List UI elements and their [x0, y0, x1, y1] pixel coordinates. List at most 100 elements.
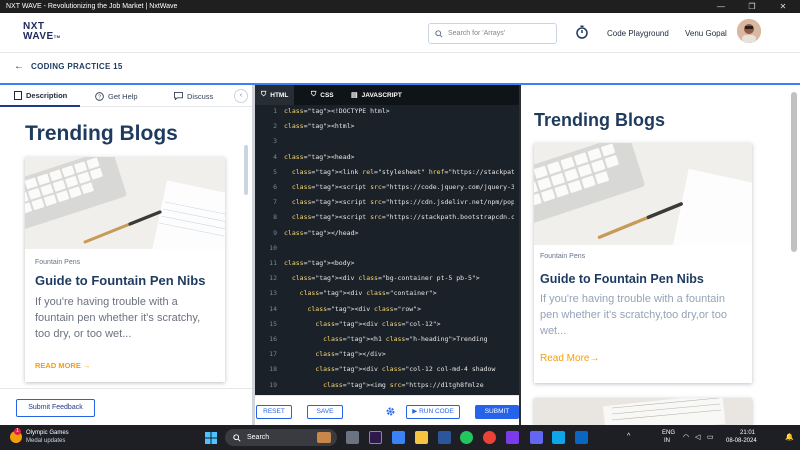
blog-description: If you're having trouble with a fountain… — [35, 296, 201, 340]
dev-app-icon[interactable] — [506, 431, 519, 444]
code-line[interactable]: class="tag"></div> — [284, 350, 514, 358]
line-number: 5 — [273, 167, 277, 176]
help-icon: ? — [95, 91, 104, 101]
code-line[interactable]: class="tag"></head> — [284, 229, 514, 237]
code-line[interactable]: class="tag"><body> — [284, 259, 514, 267]
blog-card-image — [25, 157, 225, 249]
line-number: 8 — [273, 213, 277, 222]
code-line[interactable]: class="tag"><script src="https://stackpa… — [284, 213, 514, 221]
app-icon[interactable] — [530, 431, 543, 444]
code-playground-link[interactable]: Code Playground — [607, 29, 669, 38]
avatar[interactable] — [737, 19, 761, 43]
code-line[interactable]: class="tag"><h1 class="h-heading">Trendi… — [284, 335, 514, 343]
code-line[interactable]: class="tag"><div class="col-12"> — [284, 320, 514, 328]
minimize-icon[interactable]: — — [710, 0, 732, 13]
submit-feedback-button[interactable]: Submit Feedback — [16, 399, 95, 417]
line-number: 10 — [269, 243, 277, 252]
tab-html-label: HTML — [270, 91, 289, 99]
blog-title: Guide to Fountain Pen Nibs — [35, 273, 206, 288]
tray-chevron-up-icon[interactable]: ^ — [627, 433, 630, 440]
word-icon[interactable] — [438, 431, 451, 444]
search-highlight-icon — [317, 432, 331, 443]
nxtwave-logo[interactable]: NXT WAVETM — [23, 22, 61, 42]
preview-read-more-link[interactable]: Read More→ — [540, 353, 599, 364]
file-explorer-icon[interactable] — [415, 431, 428, 444]
blog-card[interactable]: Fountain Pens Guide to Fountain Pen Nibs… — [25, 157, 225, 382]
description-panel: Description ? Get Help Discuss ‹ Trendin… — [0, 85, 252, 425]
volume-icon[interactable]: ◁ — [695, 433, 700, 441]
maximize-icon[interactable]: ❐ — [741, 0, 763, 13]
search-input[interactable]: Search for 'Arrays' — [428, 23, 557, 44]
code-line[interactable]: class="tag"><html> — [284, 122, 514, 130]
tab-css[interactable]: ⛉ CSS — [305, 85, 340, 105]
reset-button[interactable]: RESET — [256, 405, 292, 419]
submit-button[interactable]: SUBMIT — [475, 405, 519, 419]
timer-icon[interactable] — [575, 25, 589, 39]
run-code-button[interactable]: ▶ RUN CODE — [406, 405, 460, 419]
code-line[interactable]: class="tag"><script src="https://cdn.jsd… — [284, 198, 514, 206]
code-line[interactable]: class="tag"><script src="https://code.jq… — [284, 183, 514, 191]
premiere-icon[interactable] — [369, 431, 382, 444]
notifications-bell-icon[interactable]: 🔔 — [785, 433, 794, 441]
left-footer-divider — [0, 388, 252, 389]
css3-icon: ⛉ — [311, 91, 317, 98]
read-more-link[interactable]: READ MORE → — [35, 361, 90, 370]
edge-icon[interactable] — [460, 431, 473, 444]
window-titlebar: NXT WAVE - Revolutionizing the Job Marke… — [0, 0, 800, 13]
chat-icon — [174, 92, 183, 100]
linkedin-icon[interactable] — [575, 431, 588, 444]
html5-icon: ⛉ — [261, 91, 267, 98]
code-line[interactable]: class="tag"><div class="col-12 col-md-4 … — [284, 365, 514, 373]
store-icon[interactable] — [392, 431, 405, 444]
battery-icon[interactable]: ▭ — [707, 433, 714, 441]
preview-blog-card[interactable]: Fountain Pens Guide to Fountain Pen Nibs… — [534, 143, 752, 383]
save-button[interactable]: SAVE — [307, 405, 343, 419]
code-line[interactable]: class="tag"><link rel="stylesheet" href=… — [284, 168, 514, 176]
back-arrow-icon[interactable]: ← — [14, 61, 24, 72]
preview-heading: Trending Blogs — [534, 110, 666, 130]
code-editor[interactable]: ⛉ HTML ⛉ CSS ▤ JAVASCRIPT 1 class="tag"><… — [255, 85, 520, 425]
preview-scrollbar[interactable] — [791, 92, 797, 252]
taskbar-search-icon — [233, 433, 241, 442]
code-line[interactable]: class="tag"><!DOCTYPE html> — [284, 107, 514, 115]
language-code[interactable]: ENG — [662, 430, 675, 436]
tab-discuss[interactable]: Discuss — [174, 85, 213, 107]
editor-actions-bar: RESET SAVE ▶ RUN CODE SUBMIT — [255, 395, 520, 425]
left-scrollbar[interactable] — [244, 145, 248, 195]
svg-text:?: ? — [98, 94, 101, 100]
tab-html[interactable]: ⛉ HTML — [255, 85, 295, 105]
preview-second-card[interactable] — [534, 398, 752, 425]
code-line[interactable]: class="tag"><head> — [284, 153, 514, 161]
taskbar-search[interactable]: Search — [225, 429, 337, 446]
windows-taskbar: 1 Olympic Games Medal updates Search ^ E… — [0, 425, 800, 450]
code-line[interactable]: class="tag"><img src="https://d1tgh8fmlz… — [284, 381, 514, 389]
chrome-icon[interactable] — [483, 431, 496, 444]
tab-get-help[interactable]: ? Get Help — [95, 85, 138, 107]
tab-description[interactable]: Description — [0, 85, 80, 107]
left-tabs: Description ? Get Help Discuss ‹ — [0, 85, 252, 107]
tab-javascript[interactable]: ▤ JAVASCRIPT — [345, 85, 408, 105]
output-preview: Trending Blogs Fountain Pens Guide to Fo… — [521, 85, 800, 425]
notification-badge: 1 — [14, 428, 21, 435]
windows-start-icon[interactable] — [205, 431, 217, 444]
preview-blog-title: Guide to Fountain Pen Nibs — [540, 272, 704, 286]
close-icon[interactable]: ✕ — [772, 0, 794, 13]
code-line[interactable]: class="tag"><div class="bg-container pt-… — [284, 274, 514, 282]
line-number: 11 — [269, 259, 277, 267]
code-line[interactable]: class="tag"><div class="row"> — [284, 305, 514, 313]
clock-time[interactable]: 21:01 — [740, 430, 755, 436]
code-line[interactable]: class="tag"><div class="container"> — [284, 289, 514, 297]
collapse-panel-button[interactable]: ‹ — [234, 89, 248, 103]
widget-title[interactable]: Olympic Games — [26, 430, 69, 436]
tab-description-label: Description — [26, 90, 68, 100]
settings-gear-icon[interactable] — [385, 406, 396, 417]
notebook-image — [534, 398, 752, 425]
app-icon-2[interactable] — [552, 431, 565, 444]
document-icon — [14, 90, 22, 100]
line-number: 2 — [273, 122, 277, 131]
windows-logo — [205, 432, 217, 444]
task-view-icon[interactable] — [346, 431, 359, 444]
user-name[interactable]: Venu Gopal — [685, 29, 727, 38]
wifi-icon[interactable]: ◠ — [683, 433, 689, 441]
page-title: CODING PRACTICE 15 — [31, 62, 123, 71]
